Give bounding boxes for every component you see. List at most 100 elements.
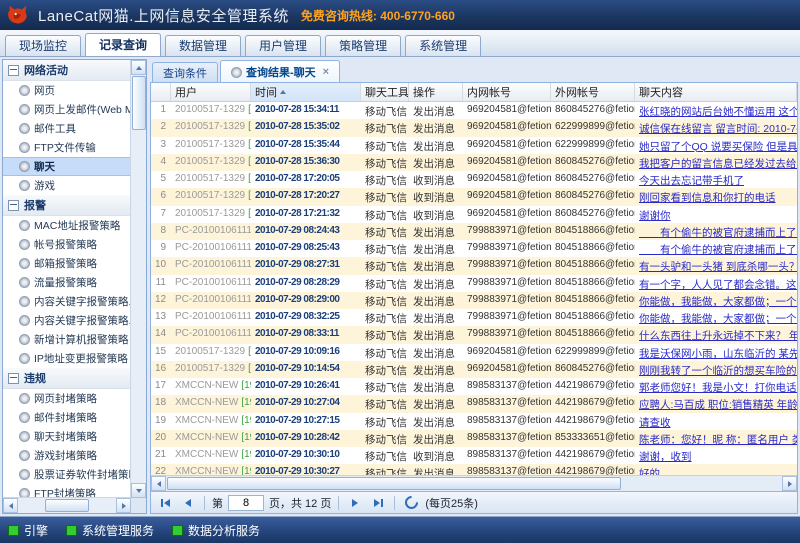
table-row[interactable]: 520100517-1329[12010-07-28 17:20:05移动飞信收… [151, 171, 797, 188]
sidebar-item-new-computer-alert[interactable]: 新增计算机报警策略 [3, 330, 131, 349]
table-row[interactable]: 220100517-1329[12010-07-28 15:35:02移动飞信发… [151, 119, 797, 136]
sidebar-item-web-block[interactable]: 网页封堵策略 [3, 389, 131, 408]
chat-content-link[interactable]: 我把客户的留言信息已经发过去给她了 [639, 158, 797, 170]
main-nav-tab-policy-manage[interactable]: 策略管理 [325, 35, 401, 56]
chat-content-link[interactable]: 陈老师：您好！昵 称：匿名用户 类别：未知 [639, 434, 797, 446]
content-tab-query-conditions[interactable]: 查询条件 [152, 62, 218, 82]
sidebar-item-mac-alert[interactable]: MAC地址报警策略 [3, 216, 131, 235]
collapse-icon[interactable] [8, 373, 19, 384]
sidebar-horizontal-scrollbar[interactable] [3, 497, 131, 513]
horizontal-scroll-thumb[interactable] [45, 499, 89, 512]
sidebar-item-mail-block[interactable]: 邮件封堵策略 [3, 408, 131, 427]
table-row[interactable]: 420100517-1329[12010-07-28 15:36:30移动飞信发… [151, 154, 797, 171]
refresh-button[interactable] [402, 495, 420, 511]
chat-content-link[interactable]: 你能做，我能做，大家都做；一个人能做，两 [639, 296, 797, 308]
sidebar-vertical-scrollbar[interactable] [130, 60, 146, 498]
table-row[interactable]: 21XMCCN-NEW[19:2010-07-29 10:30:10移动飞信收到… [151, 447, 797, 464]
page-number-input[interactable] [228, 495, 264, 511]
table-row[interactable]: 14PC-201001061112010-07-29 08:33:11移动飞信发… [151, 326, 797, 343]
chat-content-link[interactable]: 有个偷牛的被官府逮捕而上了枷锁。熟人! [639, 244, 797, 256]
scroll-up-button[interactable] [131, 60, 146, 75]
sidebar-item-traffic-alert[interactable]: 流量报警策略 [3, 273, 131, 292]
sidebar-item-keyword-alert-web[interactable]: 内容关键字报警策略.网 [3, 292, 131, 311]
sidebar-item-web[interactable]: 网页 [3, 81, 131, 100]
table-row[interactable]: 620100517-1329[12010-07-28 17:20:27移动飞信收… [151, 188, 797, 205]
sidebar-item-chat-block[interactable]: 聊天封堵策略 [3, 427, 131, 446]
scroll-right-button[interactable] [782, 476, 797, 491]
column-header-tool[interactable]: 聊天工具 [361, 83, 409, 101]
close-tab-icon[interactable]: × [323, 67, 329, 78]
next-page-button[interactable] [346, 495, 364, 511]
sidebar-item-game-block[interactable]: 游戏封堵策略 [3, 446, 131, 465]
main-nav-tab-system-manage[interactable]: 系统管理 [405, 35, 481, 56]
main-nav-tab-site-monitor[interactable]: 现场监控 [5, 35, 81, 56]
sidebar-item-webmail[interactable]: 网页上发邮件(Web Mai [3, 100, 131, 119]
chat-content-link[interactable]: 郭老师您好！我是小文！打你电话没有接，有 [639, 382, 797, 394]
chat-content-link[interactable]: 张红晓的网站后台她不懂运用 这个您有空记得 [639, 106, 797, 118]
column-header-external[interactable]: 外网帐号 [551, 83, 635, 101]
last-page-button[interactable] [369, 495, 387, 511]
sidebar-item-chat[interactable]: 聊天 [3, 157, 131, 176]
table-row[interactable]: 720100517-1329[12010-07-28 17:21:32移动飞信收… [151, 206, 797, 223]
table-row[interactable]: 12PC-201001061112010-07-29 08:29:00移动飞信发… [151, 292, 797, 309]
scroll-right-button[interactable] [116, 498, 131, 513]
chat-content-link[interactable]: 应聘人:马百成 职位:销售精英 年龄:24 性别(0 [639, 399, 797, 411]
table-row[interactable]: 19XMCCN-NEW[19:2010-07-29 10:27:15移动飞信发出… [151, 413, 797, 430]
table-row[interactable]: 13PC-201001061112010-07-29 08:32:25移动飞信发… [151, 309, 797, 326]
scroll-down-button[interactable] [131, 483, 146, 498]
sidebar-group-network-activity[interactable]: 网络活动 [3, 60, 131, 81]
chat-content-link[interactable]: 今天出去忘记带手机了 [639, 175, 744, 187]
sidebar-item-account-alert[interactable]: 帐号报警策略 [3, 235, 131, 254]
table-row[interactable]: 8PC-201001061112010-07-29 08:24:43移动飞信发出… [151, 223, 797, 240]
column-header-user[interactable]: 用户 [171, 83, 251, 101]
scroll-left-button[interactable] [151, 476, 166, 491]
column-header-internal[interactable]: 内网帐号 [463, 83, 551, 101]
chat-content-link[interactable]: 我是沃保网小雨，山东临沂的 某先生1386497 [639, 348, 797, 360]
table-row[interactable]: 17XMCCN-NEW[19:2010-07-29 10:26:41移动飞信发出… [151, 378, 797, 395]
grid-horizontal-scrollbar[interactable] [151, 475, 797, 491]
scroll-left-button[interactable] [3, 498, 18, 513]
table-row[interactable]: 20XMCCN-NEW[19:2010-07-29 10:28:42移动飞信发出… [151, 430, 797, 447]
sidebar-item-ip-change-alert[interactable]: IP地址变更报警策略 [3, 349, 131, 368]
sidebar-item-mailbox-alert[interactable]: 邮箱报警策略 [3, 254, 131, 273]
chat-content-link[interactable]: 有个偷牛的被官府逮捕而上了枷锁。熟人! [639, 227, 797, 239]
table-row[interactable]: 9PC-201001061112010-07-29 08:25:43移动飞信发出… [151, 240, 797, 257]
chat-content-link[interactable]: 有一头驴和一头猪 到底杀哪一头？ 答案：杀猪 [639, 261, 797, 273]
main-nav-tab-user-manage[interactable]: 用户管理 [245, 35, 321, 56]
prev-page-button[interactable] [179, 495, 197, 511]
column-header-row-number[interactable] [151, 83, 171, 101]
chat-content-link[interactable]: 刚刚我转了一个临沂的想买车险的客户给张红 [639, 365, 797, 377]
sidebar-item-mail-tools[interactable]: 邮件工具 [3, 119, 131, 138]
sidebar-item-games[interactable]: 游戏 [3, 176, 131, 195]
table-row[interactable]: 1520100517-1329[12010-07-29 10:09:16移动飞信… [151, 344, 797, 361]
table-row[interactable]: 10PC-201001061112010-07-29 08:27:31移动飞信发… [151, 257, 797, 274]
sidebar-group-alerts[interactable]: 报警 [3, 195, 131, 216]
horizontal-scroll-thumb[interactable] [167, 477, 621, 490]
column-header-time[interactable]: 时间 [251, 83, 361, 101]
sidebar-item-stock-block[interactable]: 股票证券软件封堵策略 [3, 465, 131, 484]
main-nav-tab-record-query[interactable]: 记录查询 [85, 33, 161, 56]
column-header-content[interactable]: 聊天内容 [635, 83, 797, 101]
table-row[interactable]: 18XMCCN-NEW[19:2010-07-29 10:27:04移动飞信发出… [151, 395, 797, 412]
sidebar-group-violations[interactable]: 违规 [3, 368, 131, 389]
chat-content-link[interactable]: 好的 [639, 468, 660, 475]
collapse-icon[interactable] [8, 65, 19, 76]
chat-content-link[interactable]: 她只留了个QQ 说要买保险 但是具体的您回去 [639, 141, 797, 153]
chat-content-link[interactable]: 诚信保在线留言 留言时间: 2010-7-28 10:50:0 [639, 123, 797, 135]
chat-content-link[interactable]: 有一个字，人人见了都会念错。这是什么字？ [639, 279, 797, 291]
sidebar-item-keyword-alert-mail[interactable]: 内容关键字报警策略.邮 [3, 311, 131, 330]
chat-content-link[interactable]: 什么东西往上升永远掉不下来？ 年龄 [639, 330, 797, 342]
vertical-scroll-thumb[interactable] [132, 76, 146, 130]
table-row[interactable]: 1620100517-1329[12010-07-29 10:14:54移动飞信… [151, 361, 797, 378]
table-row[interactable]: 120100517-1329[12010-07-28 15:34:11移动飞信发… [151, 102, 797, 119]
first-page-button[interactable] [156, 495, 174, 511]
chat-content-link[interactable]: 刚回家看到信息和你打的电话 [639, 192, 776, 204]
content-tab-query-results-chat[interactable]: 查询结果-聊天× [220, 60, 340, 83]
chat-content-link[interactable]: 请查收 [639, 417, 671, 429]
chat-content-link[interactable]: 你能做，我能做，大家都做；一个人能做，两 [639, 313, 797, 325]
table-row[interactable]: 11PC-201001061112010-07-29 08:28:29移动飞信发… [151, 275, 797, 292]
chat-content-link[interactable]: 谢谢你 [639, 210, 671, 222]
main-nav-tab-data-manage[interactable]: 数据管理 [165, 35, 241, 56]
chat-content-link[interactable]: 谢谢，收到 [639, 451, 692, 463]
table-row[interactable]: 320100517-1329[12010-07-28 15:35:44移动飞信发… [151, 137, 797, 154]
